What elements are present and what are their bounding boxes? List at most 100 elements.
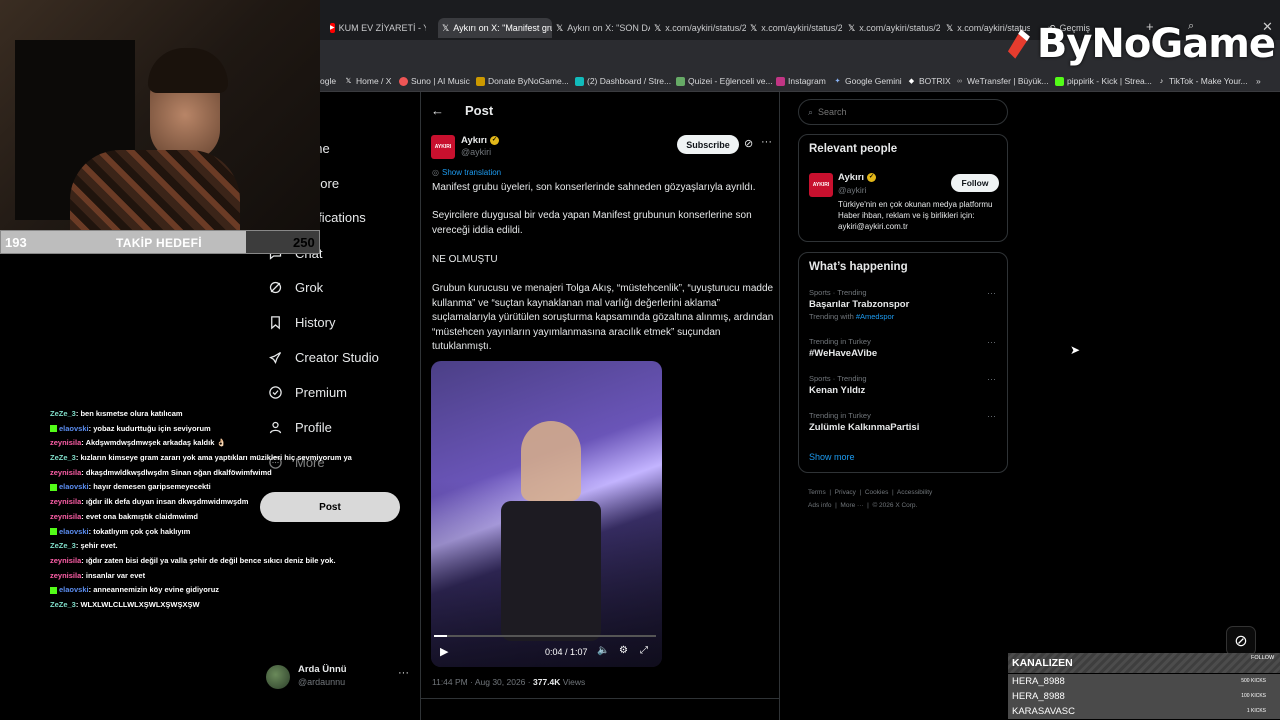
chat-text: : anneannemizin köy evine gidiyoruz: [88, 585, 220, 595]
back-arrow-icon[interactable]: ←: [431, 103, 444, 118]
post-more-icon[interactable]: ···: [761, 136, 772, 148]
chat-text: : ığdır zaten bisi değil ya valla şehir …: [81, 555, 336, 565]
bookmark-botrix[interactable]: ◆ BOTRIX: [907, 76, 951, 86]
chat-text: : WLXLWLCLLWLXŞWLXŞWŞXŞW: [75, 599, 200, 609]
chat-message: ZeZe_3: kızların kimseye gram zararı yok…: [50, 452, 360, 463]
nav-history[interactable]: History: [268, 311, 335, 333]
bookmark-suno[interactable]: Suno | AI Music: [399, 76, 470, 86]
chat-text: : ığdır ilk defa duyan insan dkwşdmwidmw…: [81, 497, 249, 507]
trend-more-icon[interactable]: ···: [987, 411, 996, 421]
search-box[interactable]: ⌕: [798, 99, 1008, 125]
trend-more-icon[interactable]: ···: [987, 288, 996, 298]
footer-terms[interactable]: Terms: [808, 489, 826, 496]
tab-status-2[interactable]: 𝕏x.com/aykiri/status/20: [746, 18, 842, 38]
x-icon: 𝕏: [654, 23, 662, 33]
bookmarks-overflow-icon[interactable]: »: [1256, 76, 1261, 86]
grok-floating-icon[interactable]: ⊘: [1226, 626, 1256, 656]
account-more-icon[interactable]: ···: [398, 667, 409, 679]
show-translation-link[interactable]: ◎ Show translation: [432, 168, 501, 177]
volume-icon[interactable]: 🔈: [597, 645, 609, 656]
follow-button[interactable]: Follow: [951, 174, 999, 192]
account-name: Arda Ünnü: [298, 664, 347, 675]
video-time: 0:04 / 1:07: [545, 647, 588, 657]
tab-kum-ev[interactable]: ▶ KUM EV ZİYARETİ - Yo: [326, 18, 426, 38]
wetransfer-icon: ∞: [957, 77, 962, 85]
page-title: Post: [465, 103, 494, 118]
tab-status-1[interactable]: 𝕏x.com/aykiri/status/20: [650, 18, 746, 38]
chat-text: : Akdşwmdwşdmwşek arkadaş kaldık 👌🏻: [81, 438, 226, 448]
chat-message: zeynisila: dkaşdmwldkwşdlwşdm Sinan oğan…: [50, 467, 360, 478]
show-more-link[interactable]: Show more: [809, 452, 855, 462]
footer-more[interactable]: More ···: [840, 502, 863, 509]
x-icon: 𝕏: [750, 23, 758, 33]
account-switcher[interactable]: Arda Ünnü @ardaunnu ···: [266, 663, 416, 691]
botrix-icon: ◆: [908, 77, 915, 85]
relevant-avatar[interactable]: AYKIRI: [809, 173, 833, 197]
grok-explain-icon[interactable]: ⊘: [744, 137, 753, 150]
post-paragraph-1: Manifest grubu üyeleri, son konserlerind…: [432, 182, 756, 193]
bookmark-gemini[interactable]: ✦ Google Gemini: [833, 76, 902, 86]
trend-hashtag-link[interactable]: #Amedspor: [856, 312, 894, 321]
author-avatar[interactable]: AYKIRI: [431, 135, 455, 159]
post-video[interactable]: ▶ 0:04 / 1:07 🔈 ⚙ ⤢: [431, 361, 662, 667]
chat-username: elaovski: [59, 423, 89, 433]
bookmark-donate-bynogame[interactable]: Donate ByNoGame...: [476, 76, 569, 86]
fullscreen-icon[interactable]: ⤢: [640, 645, 648, 656]
bookmark-quizei[interactable]: Quizei - Eğlenceli ve...: [676, 76, 773, 86]
subscribe-button[interactable]: Subscribe: [677, 135, 739, 154]
chat-username: elaovski: [59, 585, 89, 595]
footer-ads-info[interactable]: Ads info: [808, 502, 832, 509]
relevant-name-row[interactable]: Aykırı ✓: [838, 172, 877, 183]
play-icon[interactable]: ▶: [440, 645, 448, 658]
footer-privacy[interactable]: Privacy: [835, 489, 856, 496]
trend-item[interactable]: Sports · Trending Kenan Yıldız ···: [809, 374, 1004, 396]
nav-grok[interactable]: Grok: [268, 276, 323, 298]
goal-current: 193: [5, 235, 27, 250]
settings-gear-icon[interactable]: ⚙: [619, 645, 628, 656]
nav-creator-studio[interactable]: Creator Studio: [268, 346, 379, 368]
chat-text: : dkaşdmwldkwşdlwşdm Sinan oğan dkalföwi…: [81, 467, 272, 477]
search-input[interactable]: [818, 107, 989, 117]
tab-status-3[interactable]: 𝕏x.com/aykiri/status/20: [844, 18, 940, 38]
trend-more-icon[interactable]: ···: [987, 337, 996, 347]
chat-username: elaovski: [59, 526, 89, 536]
kick-row: KARASAVASC 1 KICKS: [1008, 704, 1280, 719]
footer-links: Terms | Privacy | Cookies | Accessibilit…: [808, 489, 933, 509]
bookmark-home-x[interactable]: 𝕏 Home / X: [344, 76, 392, 86]
x-icon: 𝕏: [345, 77, 352, 85]
chat-message: zeynisila: insanlar var evet: [50, 570, 360, 581]
post-paragraph-3: NE OLMUŞTU: [432, 254, 498, 265]
donate-icon: [476, 76, 485, 86]
trend-item[interactable]: Sports · Trending Başarılar Trabzonspor …: [809, 288, 1004, 321]
tab-aykiri-manifest[interactable]: 𝕏 Aykırı on X: "Manifest grub: [438, 18, 552, 38]
bookmark-dashboard[interactable]: (2) Dashboard / Stre...: [575, 76, 671, 86]
trend-item[interactable]: Trending in Turkey Zulümle KalkınmaParti…: [809, 411, 1004, 433]
chat-username: ZeZe_3: [50, 541, 76, 551]
trend-item[interactable]: Trending in Turkey #WeHaveAVibe ···: [809, 337, 1004, 359]
author-name-row[interactable]: Aykırı ✓: [461, 135, 500, 146]
bookmark-tiktok[interactable]: ♪ TikTok - Make Your...: [1157, 76, 1248, 86]
footer-cookies[interactable]: Cookies: [865, 489, 888, 496]
footer-accessibility[interactable]: Accessibility: [897, 489, 932, 496]
relevant-bio: Türkiye'nin en çok okunan medya platform…: [838, 200, 993, 231]
bookmark-instagram[interactable]: Instagram: [776, 76, 826, 86]
bookmark-kick[interactable]: pippirik - Kick | Strea...: [1055, 76, 1152, 86]
search-icon: ⌕: [808, 106, 814, 117]
video-progress-track[interactable]: [434, 635, 656, 637]
nav-premium[interactable]: Premium: [268, 381, 347, 403]
bookmark-google[interactable]: ogle: [320, 76, 336, 86]
relevant-handle: @aykiri: [838, 185, 867, 195]
x-icon: 𝕏: [556, 23, 564, 33]
video-figure-jacket: [501, 501, 601, 641]
tab-aykiri-son-dak[interactable]: 𝕏Aykırı on X: "SON DAK: [552, 18, 650, 38]
dashboard-icon: [575, 76, 584, 86]
chat-username: zeynisila: [50, 570, 82, 580]
trend-more-icon[interactable]: ···: [987, 374, 996, 384]
kick-widget: KANALIZEN FOLLOW HERA_8988 500 KICKS HERA…: [1008, 653, 1280, 720]
chat-text: : ben kısmetse olura katılıcam: [75, 409, 183, 418]
kick-follow-label: FOLLOW: [1251, 655, 1275, 661]
suno-icon: [399, 76, 408, 86]
webcam-feed: [0, 0, 320, 230]
bookmark-wetransfer[interactable]: ∞ WeTransfer | Büyük...: [955, 76, 1049, 86]
follow-goal-bar: 193 TAKİP HEDEFİ 250: [0, 230, 320, 254]
